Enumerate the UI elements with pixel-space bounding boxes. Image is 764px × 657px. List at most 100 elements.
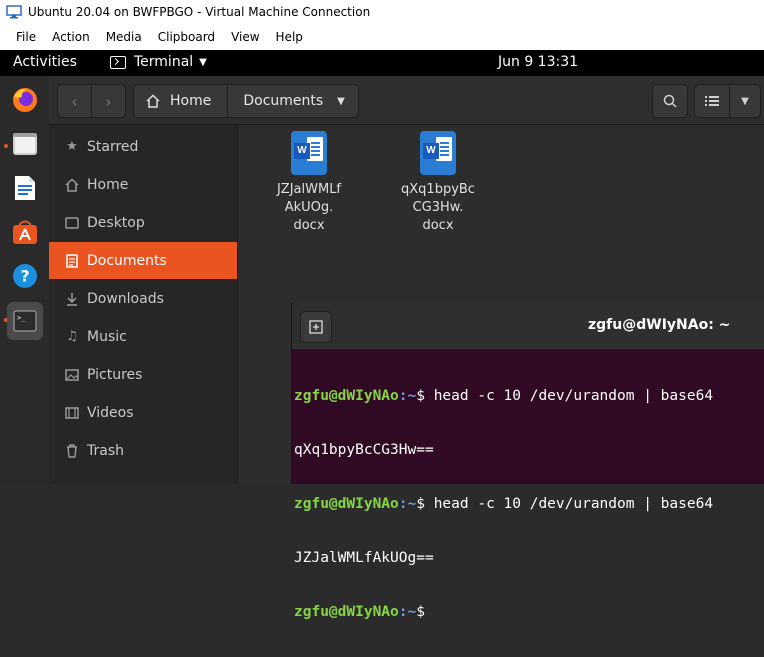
- firefox-icon[interactable]: [7, 82, 43, 118]
- sidebar-item-label: Downloads: [87, 290, 164, 307]
- app-menu-label: Terminal: [134, 54, 194, 70]
- download-icon: [63, 292, 81, 306]
- caret-down-icon: ▼: [199, 56, 207, 68]
- terminal-line: zgfu@dWIyNAo:~$ head -c 10 /dev/urandom …: [294, 495, 762, 513]
- terminal-line: qXq1bpyBcCG3Hw==: [294, 442, 434, 458]
- home-icon: [63, 177, 81, 192]
- back-button[interactable]: ‹: [57, 84, 92, 118]
- sidebar-item-label: Music: [87, 328, 127, 345]
- command-text: $: [416, 604, 425, 620]
- prompt-separator: :: [398, 388, 408, 404]
- vm-menu-bar: File Action Media Clipboard View Help: [0, 24, 764, 50]
- sidebar-item-label: Videos: [87, 404, 134, 421]
- chevron-right-icon: ›: [105, 91, 112, 111]
- command-text: $ head -c 10 /dev/urandom | base64: [416, 388, 714, 404]
- file-name-line: AkUOg.: [284, 200, 334, 215]
- file-name-line: CG3Hw.: [412, 200, 464, 215]
- sidebar-item-label: Documents: [87, 252, 167, 269]
- activities-button[interactable]: Activities: [13, 54, 77, 70]
- terminal-line: zgfu@dWIyNAo:~$: [294, 603, 762, 621]
- sidebar-item-documents[interactable]: Documents: [49, 242, 237, 279]
- prompt-separator: :: [398, 496, 408, 512]
- prompt-user: zgfu@dWIyNAo: [294, 604, 399, 620]
- file-item[interactable]: W JZJalWMLf AkUOg. docx: [263, 131, 355, 235]
- vm-title-bar: Ubuntu 20.04 on BWFPBGO - Virtual Machin…: [0, 0, 764, 24]
- terminal-app-icon: [110, 55, 126, 69]
- word-document-icon: W: [291, 131, 327, 175]
- sidebar-item-desktop[interactable]: Desktop: [49, 204, 237, 241]
- trash-icon: [63, 443, 81, 458]
- view-options-button[interactable]: ▼: [729, 84, 761, 118]
- app-menu[interactable]: Terminal ▼: [110, 54, 207, 70]
- terminal-window[interactable]: zgfu@dWIyNAo: ~ zgfu@dWIyNAo:~$ head -c …: [291, 303, 764, 620]
- caret-down-icon: ▼: [741, 95, 749, 107]
- terminal-header-bar: zgfu@dWIyNAo: ~: [292, 303, 764, 350]
- gnome-top-bar: Activities Terminal ▼ Jun 9 13:31: [0, 50, 764, 76]
- sidebar-item-music[interactable]: ♫ Music: [49, 318, 237, 355]
- view-list-button[interactable]: [694, 84, 730, 118]
- software-icon[interactable]: [7, 214, 43, 250]
- file-name-line: docx: [422, 218, 454, 233]
- sidebar-item-home[interactable]: Home: [49, 166, 237, 203]
- breadcrumb-documents-label: Documents: [243, 93, 324, 109]
- new-tab-button[interactable]: [300, 311, 332, 343]
- music-icon: ♫: [66, 329, 78, 344]
- prompt-path: ~: [407, 604, 417, 620]
- terminal-title: zgfu@dWIyNAo: ~: [588, 317, 731, 333]
- terminal-icon[interactable]: >_: [7, 302, 43, 340]
- menu-view[interactable]: View: [223, 30, 267, 44]
- breadcrumb-home-label: Home: [170, 93, 212, 109]
- prompt-path: ~: [407, 388, 417, 404]
- path-bar: Home Documents ▼: [133, 84, 359, 118]
- file-item[interactable]: W qXq1bpyBc CG3Hw. docx: [392, 131, 484, 235]
- chevron-left-icon: ‹: [71, 91, 78, 111]
- terminal-line: JZJalWMLfAkUOg==: [294, 550, 434, 566]
- svg-text:?: ?: [20, 267, 29, 286]
- sidebar-item-label: Pictures: [87, 366, 143, 383]
- terminal-line: zgfu@dWIyNAo:~$ head -c 10 /dev/urandom …: [294, 387, 762, 405]
- video-icon: [63, 406, 81, 419]
- desktop-icon: [63, 216, 81, 229]
- sidebar-item-starred[interactable]: ★ Starred: [49, 128, 237, 165]
- list-view-icon: [705, 96, 719, 106]
- menu-clipboard[interactable]: Clipboard: [150, 30, 223, 44]
- picture-icon: [63, 368, 81, 381]
- sidebar-item-label: Desktop: [87, 214, 145, 231]
- command-text: $ head -c 10 /dev/urandom | base64: [416, 496, 714, 512]
- prompt-user: zgfu@dWIyNAo: [294, 496, 399, 512]
- vm-window-title: Ubuntu 20.04 on BWFPBGO - Virtual Machin…: [28, 5, 371, 19]
- star-icon: ★: [66, 139, 78, 154]
- caret-down-icon: ▼: [337, 95, 345, 107]
- sidebar-item-downloads[interactable]: Downloads: [49, 280, 237, 317]
- new-tab-icon: [309, 320, 323, 334]
- help-icon[interactable]: ?: [7, 258, 43, 294]
- svg-text:>_: >_: [17, 314, 26, 322]
- prompt-path: ~: [407, 496, 417, 512]
- menu-action[interactable]: Action: [44, 30, 98, 44]
- file-name-line: JZJalWMLf: [276, 182, 342, 197]
- menu-media[interactable]: Media: [98, 30, 150, 44]
- breadcrumb-documents[interactable]: Documents ▼: [228, 85, 355, 117]
- home-icon: [146, 94, 160, 108]
- forward-button[interactable]: ›: [91, 84, 126, 118]
- search-button[interactable]: [652, 84, 688, 118]
- menu-help[interactable]: Help: [268, 30, 311, 44]
- sidebar-item-pictures[interactable]: Pictures: [49, 356, 237, 393]
- menu-file[interactable]: File: [0, 30, 44, 44]
- clock[interactable]: Jun 9 13:31: [498, 54, 578, 70]
- sidebar-item-trash[interactable]: Trash: [49, 432, 237, 469]
- terminal-output[interactable]: zgfu@dWIyNAo:~$ head -c 10 /dev/urandom …: [294, 351, 762, 657]
- sidebar-item-label: Trash: [87, 442, 124, 459]
- sidebar-item-label: Starred: [87, 138, 139, 155]
- places-sidebar: ★ Starred Home Desktop Documents Downloa…: [49, 125, 238, 484]
- sidebar-item-videos[interactable]: Videos: [49, 394, 237, 431]
- files-icon[interactable]: [7, 126, 43, 162]
- file-name-line: qXq1bpyBc: [401, 182, 475, 197]
- breadcrumb-home[interactable]: Home: [134, 85, 229, 117]
- prompt-user: zgfu@dWIyNAo: [294, 388, 399, 404]
- writer-icon[interactable]: [7, 170, 43, 206]
- files-header-bar: ‹ › Home Documents ▼ ▼: [49, 76, 764, 125]
- prompt-separator: :: [398, 604, 408, 620]
- search-icon: [663, 94, 677, 108]
- file-name-line: docx: [293, 218, 325, 233]
